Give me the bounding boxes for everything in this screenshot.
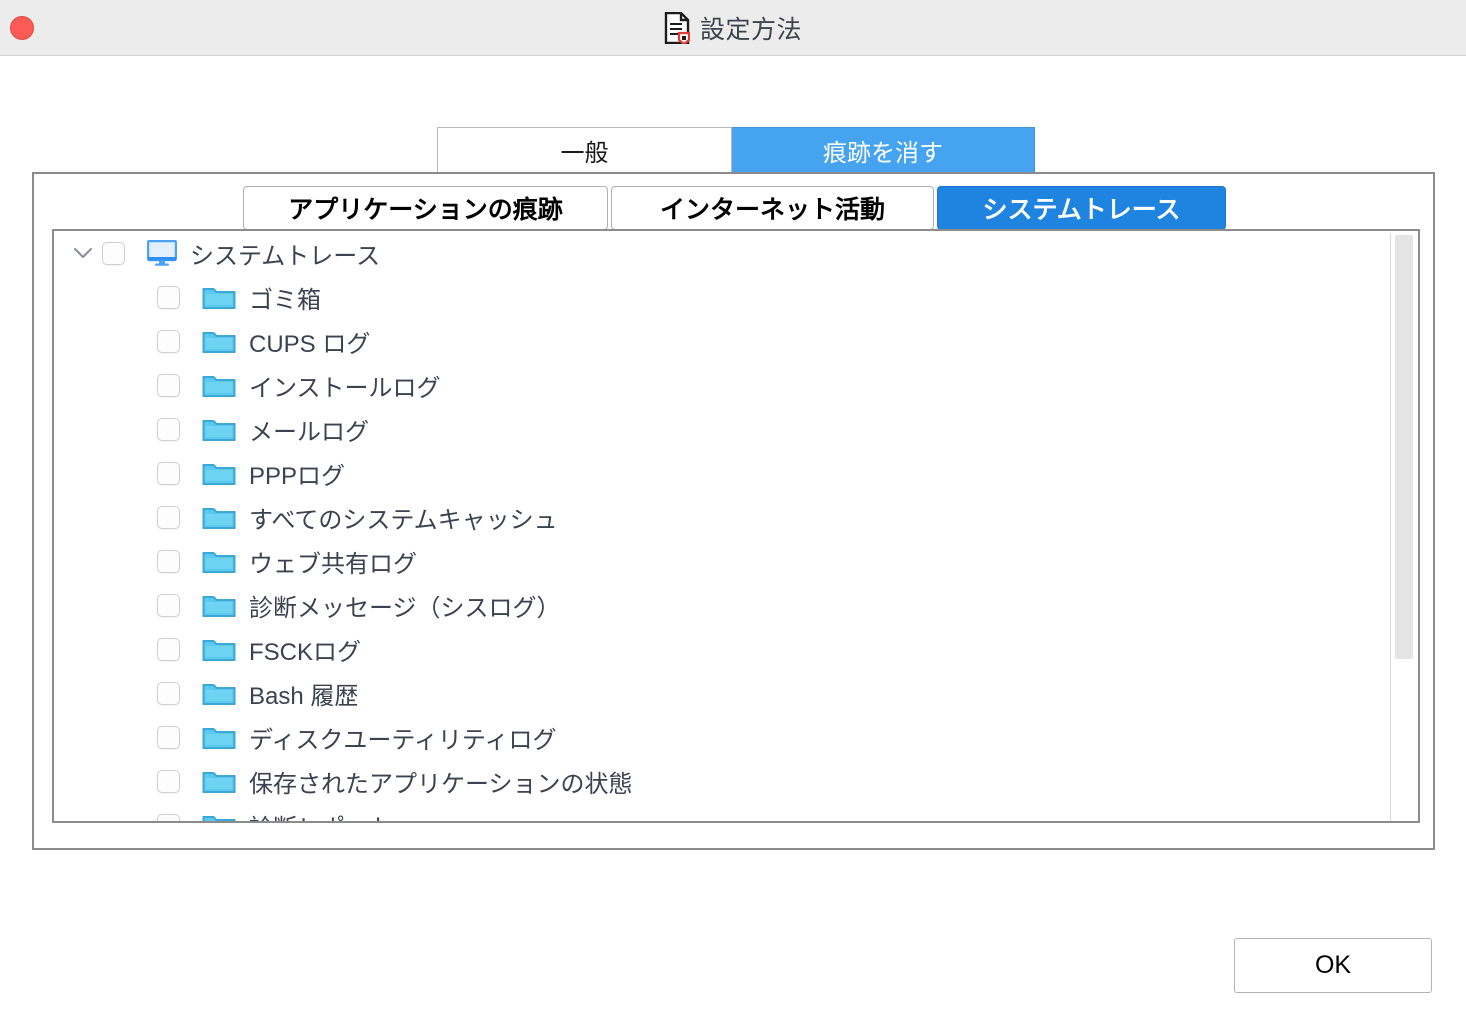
tab-system-traces[interactable]: システムトレース: [937, 186, 1226, 230]
tree-item-row[interactable]: FSCKログ: [54, 627, 1392, 671]
tab-internet-activity[interactable]: インターネット活動: [611, 186, 934, 230]
folder-icon: [202, 504, 236, 530]
tab-application-traces[interactable]: アプリケーションの痕跡: [243, 186, 608, 230]
tree-item-label: ゴミ箱: [249, 286, 321, 314]
checkbox-item[interactable]: [157, 769, 180, 793]
system-traces-tree: システムトレース ゴミ箱 CUPS ログ インストールログ メールログ PPPロ…: [52, 229, 1420, 823]
tree-item-label: 診断メッセージ（シスログ）: [249, 594, 561, 622]
chevron-down-icon[interactable]: [68, 246, 98, 260]
scrollbar-thumb[interactable]: [1395, 235, 1413, 659]
folder-icon: [202, 328, 236, 354]
folder-icon: [202, 416, 236, 442]
window-titlebar: 設定方法: [0, 0, 1466, 56]
tree-item-label: CUPS ログ: [249, 330, 371, 358]
vertical-scrollbar[interactable]: [1390, 233, 1416, 821]
tree-item-row[interactable]: すべてのシステムキャッシュ: [54, 495, 1392, 539]
tree-item-label: 保存されたアプリケーションの状態: [249, 770, 633, 798]
checkbox-item[interactable]: [157, 549, 180, 573]
folder-icon: [202, 768, 236, 794]
tree-root-row[interactable]: システムトレース: [54, 231, 1392, 275]
tree-item-row[interactable]: ゴミ箱: [54, 275, 1392, 319]
tree-item-label: インストールログ: [249, 374, 441, 402]
tree-item-row[interactable]: インストールログ: [54, 363, 1392, 407]
tree-root-label: システムトレース: [190, 242, 381, 270]
checkbox-item[interactable]: [157, 285, 180, 309]
tree-item-row[interactable]: Bash 履歴: [54, 671, 1392, 715]
tree-item-row[interactable]: 診断メッセージ（シスログ）: [54, 583, 1392, 627]
monitor-icon: [147, 240, 177, 266]
tree-item-label: ウェブ共有ログ: [249, 550, 417, 578]
tree-item-label: FSCKログ: [249, 638, 362, 666]
folder-icon: [202, 724, 236, 750]
folder-icon: [202, 592, 236, 618]
folder-icon: [202, 372, 236, 398]
tree-item-row[interactable]: メールログ: [54, 407, 1392, 451]
tree-item-label: 診断レポート: [249, 808, 393, 822]
ok-button[interactable]: OK: [1234, 938, 1432, 993]
tree-item-row[interactable]: 診断レポート: [54, 803, 1392, 821]
checkbox-item[interactable]: [157, 681, 180, 705]
tree-item-label: すべてのシステムキャッシュ: [249, 506, 558, 534]
window-title-group: 設定方法: [0, 0, 1466, 56]
checkbox-item[interactable]: [157, 813, 180, 821]
tab-erase-traces[interactable]: 痕跡を消す: [732, 127, 1035, 173]
checkbox-root[interactable]: [102, 241, 125, 265]
tree-item-row[interactable]: PPPログ: [54, 451, 1392, 495]
tree-item-label: メールログ: [249, 418, 369, 446]
tree-item-row[interactable]: 保存されたアプリケーションの状態: [54, 759, 1392, 803]
checkbox-item[interactable]: [157, 637, 180, 661]
tree-item-label: PPPログ: [249, 462, 346, 490]
checkbox-item[interactable]: [157, 505, 180, 529]
checkbox-item[interactable]: [157, 461, 180, 485]
window-title: 設定方法: [699, 16, 802, 44]
tree-list: システムトレース ゴミ箱 CUPS ログ インストールログ メールログ PPPロ…: [54, 231, 1392, 821]
tree-item-label: Bash 履歴: [249, 682, 359, 710]
checkbox-item[interactable]: [157, 373, 180, 397]
folder-icon: [202, 460, 236, 486]
folder-icon: [202, 812, 236, 821]
checkbox-item[interactable]: [157, 329, 180, 353]
tree-item-row[interactable]: CUPS ログ: [54, 319, 1392, 363]
checkbox-item[interactable]: [157, 593, 180, 617]
tree-item-row[interactable]: ディスクユーティリティログ: [54, 715, 1392, 759]
folder-icon: [202, 284, 236, 310]
folder-icon: [202, 680, 236, 706]
tab-general[interactable]: 一般: [437, 127, 732, 173]
folder-icon: [202, 548, 236, 574]
tree-item-label: ディスクユーティリティログ: [249, 726, 557, 754]
top-tab-bar: 一般 痕跡を消す: [437, 127, 1035, 173]
folder-icon: [202, 636, 236, 662]
tree-item-row[interactable]: ウェブ共有ログ: [54, 539, 1392, 583]
document-settings-icon: [664, 12, 690, 44]
checkbox-item[interactable]: [157, 725, 180, 749]
sub-tab-bar: アプリケーションの痕跡 インターネット活動 システムトレース: [243, 186, 1226, 230]
checkbox-item[interactable]: [157, 417, 180, 441]
